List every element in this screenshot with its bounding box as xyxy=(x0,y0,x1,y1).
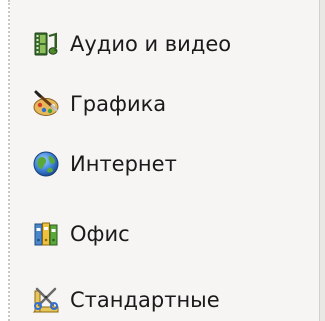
graphics-icon xyxy=(33,90,59,116)
office-binders-icon xyxy=(34,222,58,246)
menu-item-label: Стандартные xyxy=(70,287,220,312)
menu-item-label: Аудио и видео xyxy=(70,31,232,56)
menu-item-label: Офис xyxy=(70,221,130,246)
menu-item-internet[interactable]: Интернет xyxy=(32,144,177,184)
menu-left-border xyxy=(0,0,10,321)
audio-video-icon xyxy=(34,32,58,56)
menu-item-accessories[interactable]: Стандартные xyxy=(32,280,220,320)
menu-item-label: Графика xyxy=(70,91,167,116)
menu-item-label: Интернет xyxy=(70,151,177,176)
menu-right-border xyxy=(319,0,325,321)
menu-item-audio-video[interactable]: Аудио и видео xyxy=(32,24,231,64)
accessories-tools-icon xyxy=(32,287,59,313)
menu-item-graphics[interactable]: Графика xyxy=(32,84,166,124)
internet-globe-icon xyxy=(33,151,59,177)
applications-menu: Аудио и видео Графика Интернет Офис Стан… xyxy=(0,0,325,321)
menu-item-office[interactable]: Офис xyxy=(32,214,130,254)
